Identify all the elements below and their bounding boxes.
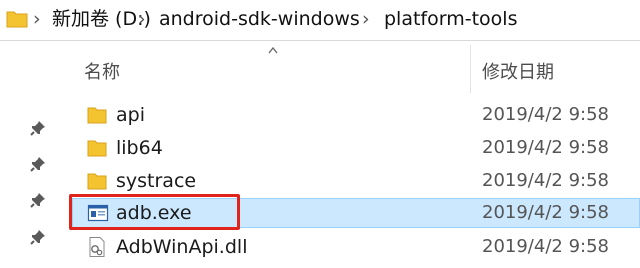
column-header-date[interactable]: 修改日期 — [482, 58, 554, 84]
file-row-api[interactable]: api 2019/4/2 9:58 — [72, 100, 640, 130]
chevron-right-icon[interactable]: › — [362, 7, 370, 31]
pin-icon[interactable] — [30, 120, 46, 136]
file-date: 2019/4/2 9:58 — [482, 170, 609, 191]
folder-icon — [87, 173, 107, 190]
sort-up-icon — [268, 46, 278, 54]
file-name: lib64 — [116, 137, 163, 159]
folder-icon — [87, 140, 107, 157]
column-header-name[interactable]: 名称 — [84, 58, 120, 84]
chevron-right-icon[interactable]: › — [138, 7, 146, 31]
breadcrumb-drive[interactable]: 新加卷 (D:) — [52, 7, 151, 31]
dll-icon — [89, 237, 105, 257]
quick-access-pane — [0, 41, 60, 268]
file-date: 2019/4/2 9:58 — [482, 202, 609, 223]
file-name: api — [116, 104, 145, 126]
file-date: 2019/4/2 9:58 — [482, 236, 609, 257]
pin-icon[interactable] — [30, 156, 46, 172]
breadcrumb-platform-tools[interactable]: platform-tools — [384, 7, 517, 31]
pin-icon[interactable] — [30, 229, 46, 245]
highlight-box — [69, 194, 240, 230]
file-date: 2019/4/2 9:58 — [482, 137, 609, 158]
column-divider[interactable] — [470, 45, 471, 93]
folder-icon — [6, 11, 28, 28]
file-name: AdbWinApi.dll — [116, 236, 248, 258]
folder-icon — [87, 107, 107, 124]
file-row-adbwinapi-dll[interactable]: AdbWinApi.dll 2019/4/2 9:58 — [72, 232, 640, 262]
pin-icon[interactable] — [30, 192, 46, 208]
file-row-systrace[interactable]: systrace 2019/4/2 9:58 — [72, 166, 640, 196]
file-name: systrace — [116, 170, 197, 192]
file-row-lib64[interactable]: lib64 2019/4/2 9:58 — [72, 133, 640, 163]
address-bar[interactable]: › 新加卷 (D:) › android-sdk-windows › platf… — [0, 0, 640, 41]
file-date: 2019/4/2 9:58 — [482, 104, 609, 125]
breadcrumb-android-sdk[interactable]: android-sdk-windows — [159, 7, 360, 31]
chevron-right-icon[interactable]: › — [33, 7, 41, 31]
